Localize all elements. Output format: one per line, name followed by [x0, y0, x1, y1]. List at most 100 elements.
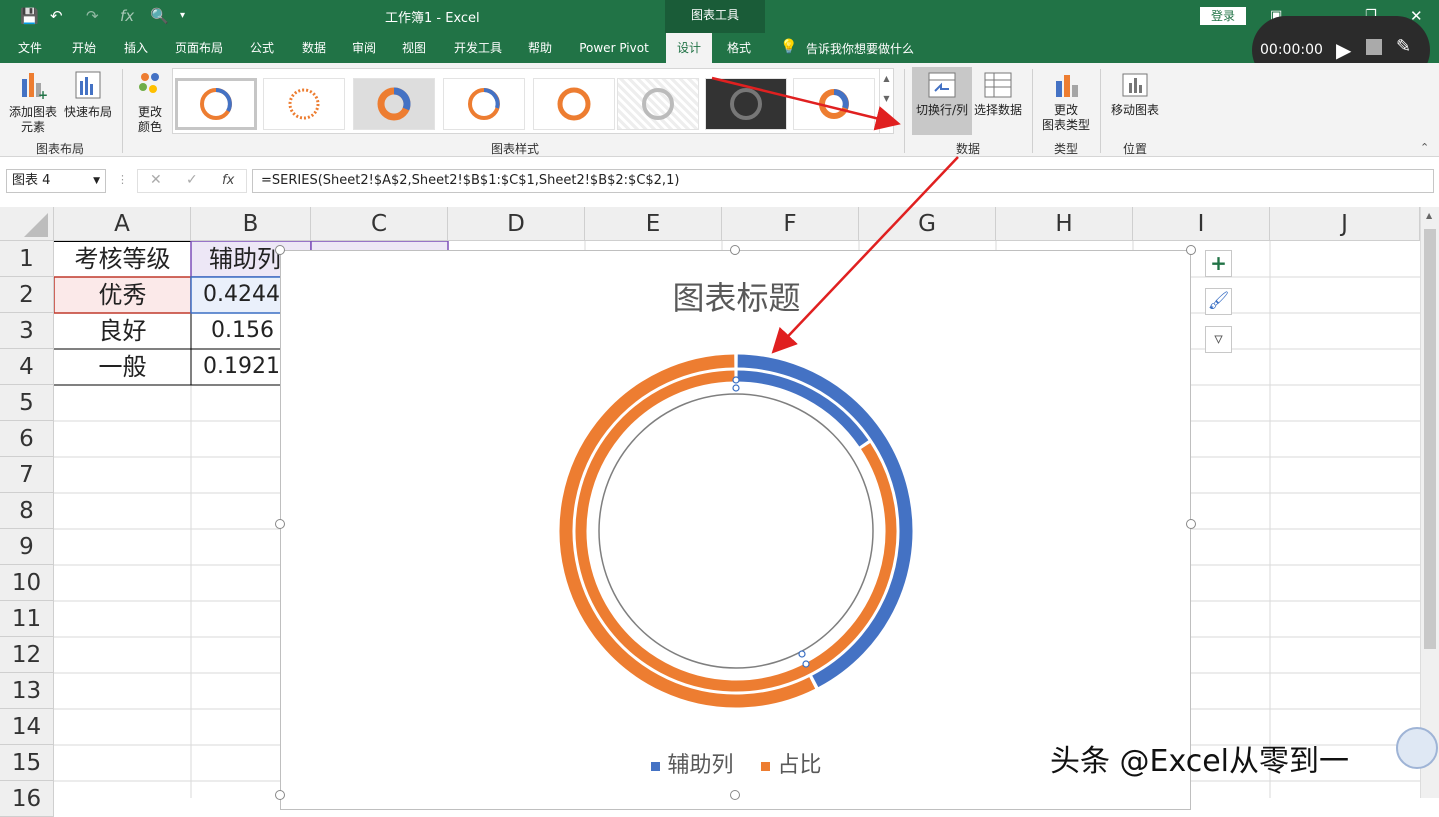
undo-icon[interactable]: ↶	[50, 6, 63, 26]
row-header[interactable]: 7	[0, 457, 54, 493]
column-header[interactable]: A	[54, 207, 191, 241]
tab-home[interactable]: 开始	[62, 33, 106, 63]
tab-format[interactable]: 格式	[716, 33, 762, 63]
column-header[interactable]: G	[859, 207, 996, 241]
donut-segment[interactable]	[559, 354, 816, 708]
column-header[interactable]: H	[996, 207, 1133, 241]
tab-insert[interactable]: 插入	[114, 33, 158, 63]
tab-review[interactable]: 审阅	[342, 33, 386, 63]
resize-handle[interactable]	[275, 245, 285, 255]
tab-developer[interactable]: 开发工具	[446, 33, 510, 63]
column-header[interactable]: I	[1133, 207, 1270, 241]
login-button[interactable]: 登录	[1200, 7, 1246, 25]
column-header[interactable]: J	[1270, 207, 1420, 241]
row-header[interactable]: 9	[0, 529, 54, 565]
insert-function-icon[interactable]: fx	[222, 173, 234, 188]
cell-A4[interactable]: 一般	[54, 349, 191, 385]
chart-style-thumb[interactable]	[263, 78, 345, 130]
add-chart-element-button[interactable]: + 添加图表 元素	[6, 69, 60, 135]
row-header[interactable]: 6	[0, 421, 54, 457]
formula-input[interactable]: =SERIES(Sheet2!$A$2,Sheet2!$B$1:$C$1,She…	[252, 169, 1434, 193]
tab-help[interactable]: 帮助	[518, 33, 562, 63]
cell-B4[interactable]: 0.1921	[191, 349, 281, 385]
row-header[interactable]: 14	[0, 709, 54, 745]
chart-style-thumb[interactable]	[617, 78, 699, 130]
pen-icon[interactable]: ✎	[1396, 36, 1411, 57]
save-icon[interactable]: 💾	[20, 6, 39, 26]
cell-A1[interactable]: 考核等级	[54, 241, 191, 277]
row-header[interactable]: 4	[0, 349, 54, 385]
row-header[interactable]: 5	[0, 385, 54, 421]
donut-segment[interactable]	[737, 354, 913, 688]
chart-style-thumb[interactable]	[533, 78, 615, 130]
vertical-scrollbar[interactable]: ▲	[1420, 207, 1439, 798]
cell-B2[interactable]: 0.4244	[191, 277, 281, 313]
cell-A2[interactable]: 优秀	[54, 277, 191, 313]
resize-handle[interactable]	[1186, 519, 1196, 529]
collapse-ribbon-icon[interactable]: ⌃	[1420, 141, 1429, 154]
row-header[interactable]: 8	[0, 493, 54, 529]
move-chart-button[interactable]: 移动图表	[1106, 71, 1164, 118]
cell-B1[interactable]: 辅助列	[191, 241, 281, 277]
play-icon[interactable]: ▶	[1336, 38, 1351, 62]
row-header[interactable]: 1	[0, 241, 54, 277]
resize-handle[interactable]	[730, 245, 740, 255]
tab-data[interactable]: 数据	[292, 33, 336, 63]
row-header[interactable]: 12	[0, 637, 54, 673]
chart-area[interactable]: 图表标题 辅助列 占比	[280, 250, 1191, 810]
row-header[interactable]: 3	[0, 313, 54, 349]
tab-page-layout[interactable]: 页面布局	[168, 33, 230, 63]
chart-style-thumb[interactable]	[705, 78, 787, 130]
row-header[interactable]: 15	[0, 745, 54, 781]
gallery-scroll[interactable]: ▲ ▼ ▾	[879, 69, 893, 133]
name-box-dropdown-icon[interactable]: ▼	[93, 170, 100, 192]
row-header[interactable]: 2	[0, 277, 54, 313]
column-header[interactable]: C	[311, 207, 448, 241]
chart-style-thumb[interactable]	[793, 78, 875, 130]
row-header[interactable]: 10	[0, 565, 54, 601]
tell-me-search[interactable]: 告诉我你想要做什么	[806, 40, 914, 57]
cell-B3[interactable]: 0.156	[191, 313, 281, 349]
chart-filters-button[interactable]: ▿	[1205, 326, 1232, 353]
redo-icon[interactable]: ↷	[86, 6, 99, 26]
quick-layout-button[interactable]: 快速布局	[62, 69, 114, 120]
cancel-icon[interactable]: ✕	[150, 172, 162, 188]
series-selection-handle[interactable]	[802, 660, 810, 668]
tab-file[interactable]: 文件	[8, 33, 52, 63]
enter-icon[interactable]: ✓	[186, 172, 198, 188]
cell-A3[interactable]: 良好	[54, 313, 191, 349]
tab-view[interactable]: 视图	[392, 33, 436, 63]
column-header[interactable]: B	[191, 207, 311, 241]
row-header[interactable]: 11	[0, 601, 54, 637]
switch-row-column-button[interactable]: 切换行/列	[912, 67, 972, 135]
resize-handle[interactable]	[1186, 245, 1196, 255]
chart-style-thumb[interactable]	[175, 78, 257, 130]
chart-styles-button[interactable]: 🖌	[1205, 288, 1232, 315]
print-preview-icon[interactable]: 🔍	[150, 6, 169, 26]
row-header[interactable]: 13	[0, 673, 54, 709]
scrollbar-thumb[interactable]	[1424, 229, 1436, 649]
resize-handle[interactable]	[730, 790, 740, 800]
column-header[interactable]: D	[448, 207, 585, 241]
series-selection-handle[interactable]	[732, 384, 740, 392]
scroll-up-icon[interactable]: ▲	[1426, 211, 1432, 220]
change-colors-button[interactable]: 更改 颜色	[128, 69, 172, 135]
column-header[interactable]: E	[585, 207, 722, 241]
chart-style-thumb[interactable]	[353, 78, 435, 130]
customize-qat-icon[interactable]: ▾	[180, 6, 185, 26]
resize-handle[interactable]	[275, 790, 285, 800]
tab-design[interactable]: 设计	[666, 33, 712, 63]
row-header[interactable]: 16	[0, 781, 54, 817]
series-selection-handle[interactable]	[798, 650, 806, 658]
series-selection-handle[interactable]	[732, 376, 740, 384]
select-all-corner[interactable]	[0, 207, 54, 241]
change-chart-type-button[interactable]: 更改 图表类型	[1036, 71, 1096, 133]
function-icon[interactable]: fx	[120, 6, 134, 26]
column-header[interactable]: F	[722, 207, 859, 241]
chart-style-thumb[interactable]	[443, 78, 525, 130]
resize-handle[interactable]	[275, 519, 285, 529]
tab-formulas[interactable]: 公式	[240, 33, 284, 63]
select-data-button[interactable]: 选择数据	[972, 71, 1024, 118]
name-box[interactable]: 图表 4 ▼	[6, 169, 106, 193]
tab-power-pivot[interactable]: Power Pivot	[572, 33, 656, 63]
